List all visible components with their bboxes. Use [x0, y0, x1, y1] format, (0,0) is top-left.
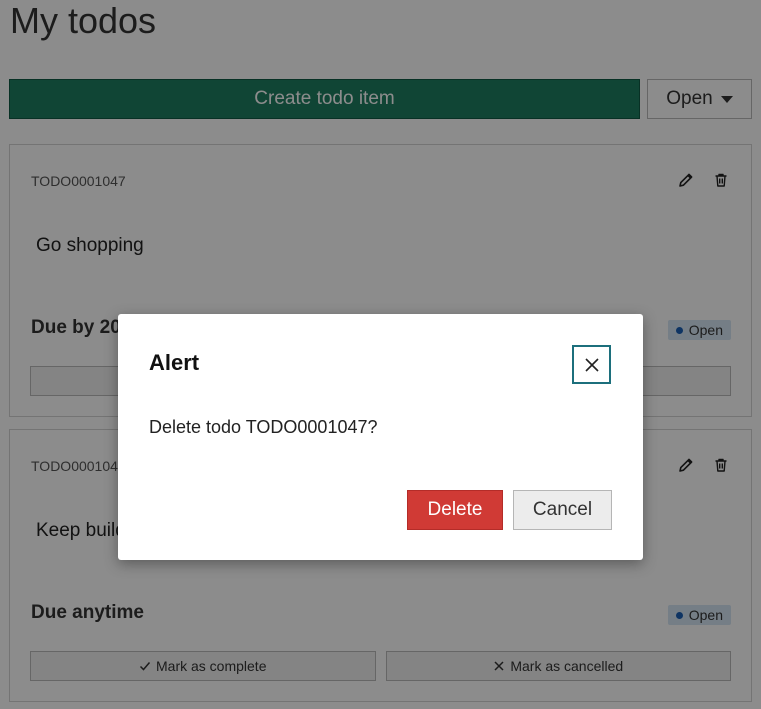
confirm-delete-button[interactable]: Delete	[407, 490, 503, 530]
dialog-close-button[interactable]	[572, 345, 611, 384]
todo-page: My todos Create todo item Open TODO00010…	[0, 0, 761, 709]
cancel-button[interactable]: Cancel	[513, 490, 612, 530]
close-icon	[584, 357, 599, 372]
alert-dialog: Alert Delete todo TODO0001047? Delete Ca…	[118, 314, 643, 560]
dialog-title: Alert	[149, 350, 200, 375]
dialog-message: Delete todo TODO0001047?	[149, 417, 378, 437]
